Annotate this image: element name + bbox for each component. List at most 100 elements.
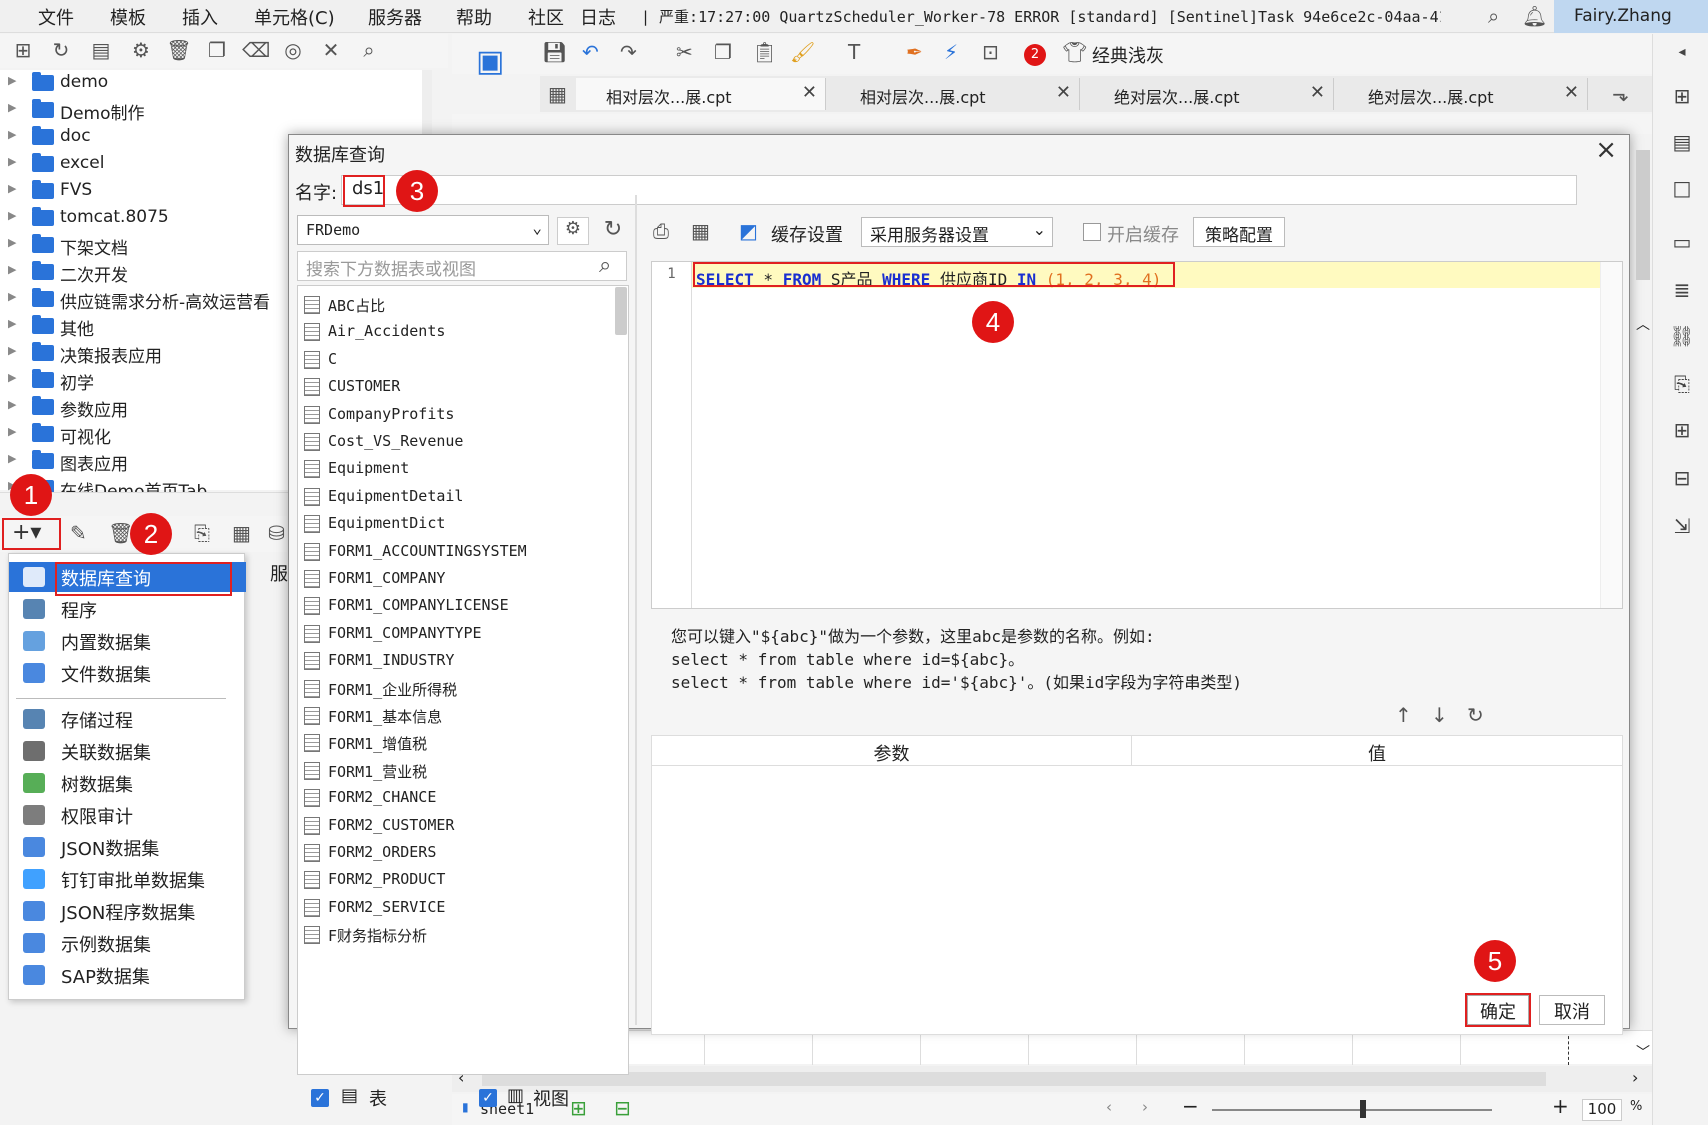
edit-icon[interactable]: ✎: [70, 521, 87, 545]
open-icon[interactable]: ▤: [88, 38, 114, 62]
menu-server[interactable]: 服务器: [368, 4, 422, 30]
pen-icon[interactable]: ✒: [906, 40, 923, 64]
arrow-down-icon[interactable]: ↓: [1431, 703, 1448, 727]
menu-file[interactable]: 文件: [38, 4, 74, 30]
table-list-item[interactable]: EquipmentDetail: [302, 484, 612, 511]
settings-icon[interactable]: ⚙: [128, 38, 154, 62]
tree-icon[interactable]: ⊟: [1669, 466, 1695, 490]
dataset-menu-item[interactable]: 示例数据集: [9, 928, 246, 958]
menu-template[interactable]: 模板: [110, 4, 146, 30]
cancel-button[interactable]: 取消: [1539, 995, 1605, 1025]
classic-theme-label[interactable]: 经典浅灰: [1092, 42, 1164, 68]
paste-icon[interactable]: 📋︎: [752, 40, 777, 64]
chevron-right-icon[interactable]: ▶: [8, 155, 16, 168]
chevron-right-icon[interactable]: ▶: [8, 263, 16, 276]
refresh-icon[interactable]: ↻: [48, 38, 74, 62]
dataset-menu-item[interactable]: 权限审计: [9, 800, 246, 830]
copy-icon[interactable]: ❐: [204, 38, 230, 62]
menu-insert[interactable]: 插入: [182, 4, 218, 30]
dataset-panel-icon[interactable]: ▣: [476, 44, 504, 79]
dataset-menu-item[interactable]: 文件数据集: [9, 658, 246, 688]
pane-splitter[interactable]: [635, 195, 637, 1025]
table-list-item[interactable]: FORM1_企业所得税: [302, 676, 612, 703]
database-icon[interactable]: ⛁: [268, 521, 285, 545]
editor-scrollbar[interactable]: [1600, 262, 1622, 608]
table-list-item[interactable]: FORM1_基本信息: [302, 703, 612, 730]
sql-format-icon[interactable]: ▦: [691, 219, 710, 243]
enable-cache-checkbox[interactable]: [1083, 223, 1101, 241]
frame-icon[interactable]: □: [1669, 176, 1695, 200]
find-icon[interactable]: ⌕: [356, 38, 382, 62]
close-icon[interactable]: ✕: [1310, 82, 1325, 103]
save-icon[interactable]: 💾︎: [542, 40, 567, 64]
doc-icon[interactable]: ⎘: [1669, 372, 1695, 396]
close-icon[interactable]: ×: [1595, 135, 1617, 165]
close-icon[interactable]: ✕: [1564, 82, 1579, 103]
dataset-menu-item[interactable]: 钉钉审批单数据集: [9, 864, 246, 894]
scroll-right-icon[interactable]: ›: [1632, 1068, 1638, 1087]
chevron-right-icon[interactable]: ▶: [8, 290, 16, 303]
dataset-menu-item[interactable]: 树数据集: [9, 768, 246, 798]
table-list-item[interactable]: FORM2_ORDERS: [302, 840, 612, 867]
redo-icon[interactable]: ↷: [620, 40, 637, 64]
scroll-thumb[interactable]: [482, 1072, 1546, 1086]
trash-icon[interactable]: ⌫: [242, 38, 270, 62]
tab-4[interactable]: 绝对层次...展.cpt ✕: [1338, 78, 1588, 110]
zoom-in-icon[interactable]: +: [1552, 1094, 1569, 1118]
chevron-down-icon[interactable]: ﹀: [1636, 1042, 1650, 1062]
grid-icon[interactable]: ▦: [548, 82, 567, 106]
menu-cell[interactable]: 单元格(C): [254, 4, 335, 30]
table-list-item[interactable]: ABC占比: [302, 292, 612, 319]
sql-icon[interactable]: ▦: [232, 521, 251, 545]
menu-help[interactable]: 帮助: [456, 4, 492, 30]
table-list-item[interactable]: FORM2_CUSTOMER: [302, 813, 612, 840]
link-icon[interactable]: ⛓: [1669, 324, 1695, 348]
table-list-item[interactable]: FORM1_COMPANYLICENSE: [302, 593, 612, 620]
dataset-menu-item[interactable]: 内置数据集: [9, 626, 246, 656]
dataset-menu-item[interactable]: 程序: [9, 594, 246, 624]
tab-menu-icon[interactable]: ⬎: [1612, 82, 1629, 106]
arrow-up-icon[interactable]: ↑: [1395, 703, 1412, 727]
strategy-button[interactable]: 策略配置: [1193, 217, 1285, 247]
table-list-item[interactable]: FORM1_INDUSTRY: [302, 648, 612, 675]
chevron-right-icon[interactable]: ▶: [8, 398, 16, 411]
cell-attr-icon[interactable]: ⊞: [1669, 84, 1695, 108]
menu-log[interactable]: 日志: [580, 4, 616, 30]
notification-badge[interactable]: 2: [1024, 44, 1046, 66]
prev-icon[interactable]: ‹: [1106, 1098, 1112, 1116]
refresh-icon[interactable]: ↻: [597, 217, 629, 245]
show-views-checkbox[interactable]: ✓: [479, 1089, 497, 1107]
shirt-icon[interactable]: 👕︎: [1062, 40, 1087, 64]
table-search-input[interactable]: 搜索下方数据表或视图: [297, 251, 627, 281]
brush-icon[interactable]: 🖌︎: [790, 40, 815, 64]
table-list-item[interactable]: Equipment: [302, 456, 612, 483]
import-icon[interactable]: ⇲: [1669, 514, 1695, 538]
table-list-item[interactable]: FORM2_PRODUCT: [302, 867, 612, 894]
dataset-menu-item[interactable]: 存储过程: [9, 704, 246, 734]
table-list-item[interactable]: FORM1_COMPANYTYPE: [302, 621, 612, 648]
table-list-item[interactable]: FORM1_COMPANY: [302, 566, 612, 593]
chevron-right-icon[interactable]: ▶: [8, 182, 16, 195]
table-list-item[interactable]: Cost_VS_Revenue: [302, 429, 612, 456]
tab-2[interactable]: 相对层次...展.cpt ✕: [830, 78, 1080, 110]
chevron-right-icon[interactable]: ▶: [8, 209, 16, 222]
chevron-right-icon[interactable]: ▶: [8, 452, 16, 465]
new-folder-icon[interactable]: ⊞: [10, 38, 36, 62]
search-icon[interactable]: ⌕: [1488, 4, 1499, 28]
next-icon[interactable]: ›: [1142, 1098, 1148, 1116]
chevron-right-icon[interactable]: ▶: [8, 317, 16, 330]
zoom-slider[interactable]: [1212, 1109, 1492, 1111]
zoom-out-icon[interactable]: −: [1182, 1094, 1199, 1118]
delete-icon[interactable]: 🗑︎: [166, 38, 192, 62]
chevron-right-icon[interactable]: ▶: [8, 236, 16, 249]
table-list-item[interactable]: CUSTOMER: [302, 374, 612, 401]
form-icon[interactable]: ▭: [1669, 230, 1695, 254]
preview-icon[interactable]: ⎘: [194, 521, 210, 545]
chevron-up-icon[interactable]: ︿: [1636, 314, 1650, 334]
table-list-item[interactable]: FORM1_增值税: [302, 730, 612, 757]
dataset-menu-item[interactable]: JSON程序数据集: [9, 896, 246, 926]
chevron-right-icon[interactable]: ▶: [8, 371, 16, 384]
table-icon[interactable]: ⊞: [1669, 418, 1695, 442]
table-list-item[interactable]: FORM1_ACCOUNTINGSYSTEM: [302, 539, 612, 566]
refresh-params-icon[interactable]: ↻: [1467, 703, 1484, 727]
